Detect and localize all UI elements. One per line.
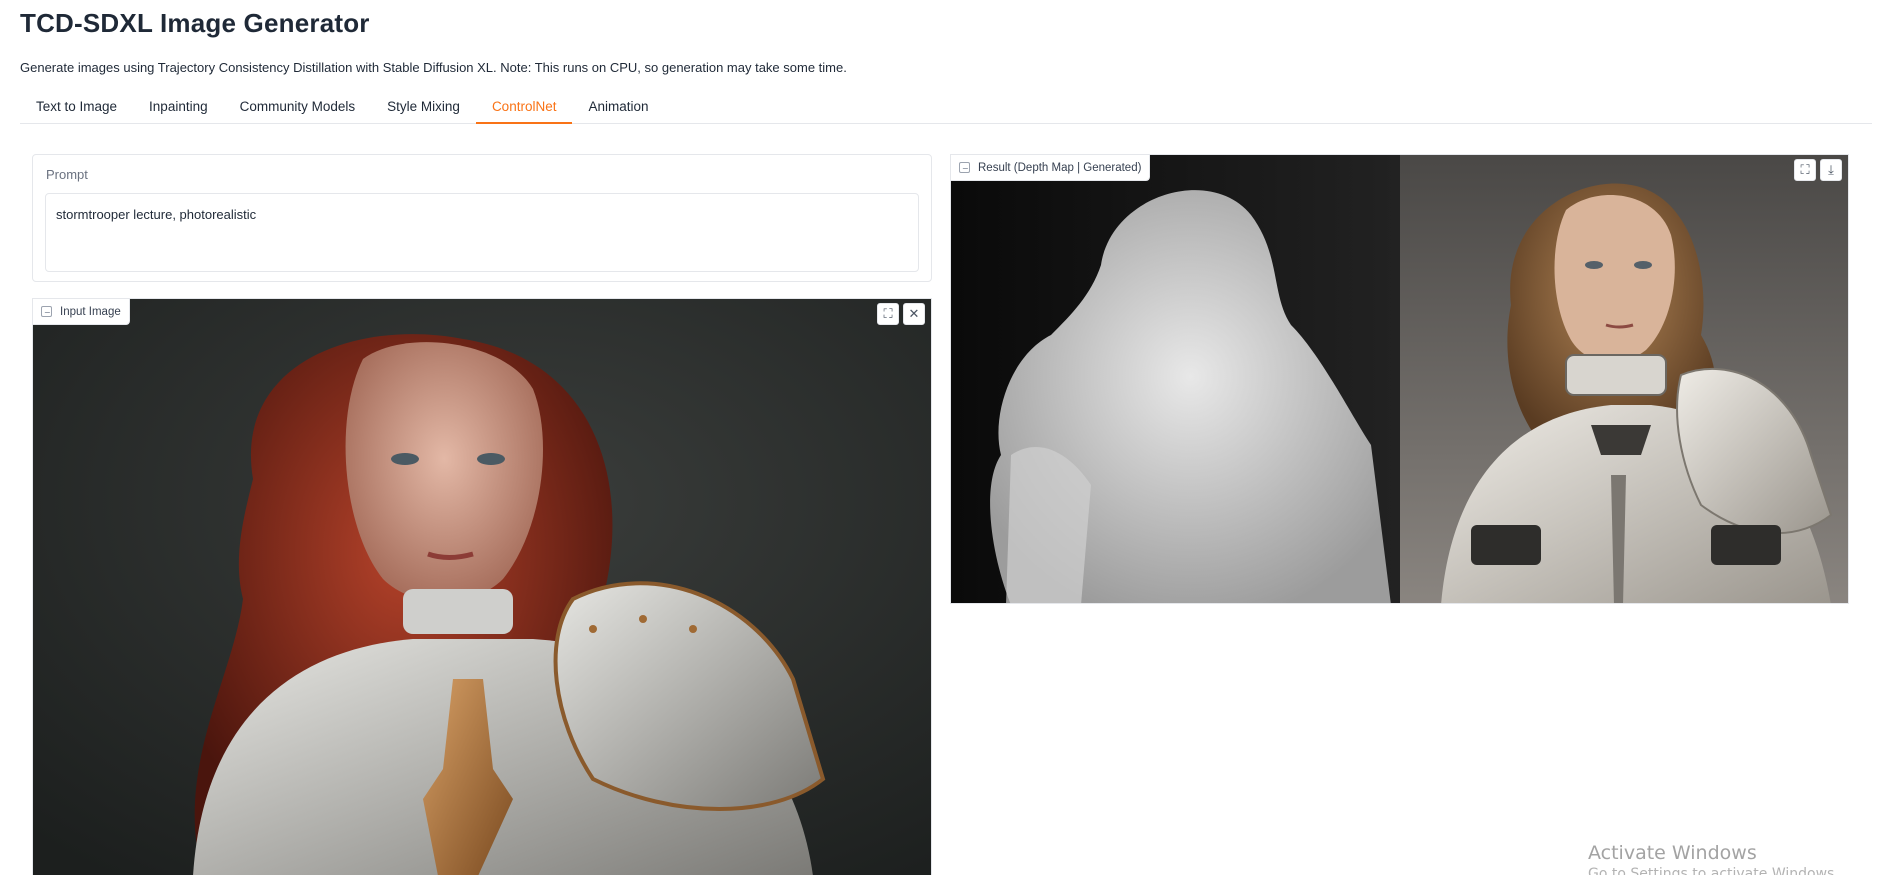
image-icon: [41, 306, 52, 317]
result-image-label: Result (Depth Map | Generated): [978, 161, 1142, 174]
page-title: TCD-SDXL Image Generator: [20, 8, 370, 38]
page-description: Generate images using Trajectory Consist…: [20, 60, 847, 75]
tab-inpainting[interactable]: Inpainting: [133, 92, 224, 124]
tab-controlnet[interactable]: ControlNet: [475, 92, 573, 124]
prompt-input[interactable]: stormtrooper lecture, photorealistic: [45, 193, 919, 272]
tab-animation[interactable]: Animation: [572, 92, 664, 124]
fullscreen-icon[interactable]: ⛶: [877, 303, 899, 325]
input-image-panel[interactable]: Input Image ⛶ ✕: [32, 298, 932, 875]
prompt-label: Prompt: [46, 167, 88, 182]
download-icon[interactable]: ⤓: [1820, 159, 1842, 181]
prompt-panel: Prompt stormtrooper lecture, photorealis…: [32, 154, 932, 282]
fullscreen-icon[interactable]: ⛶: [1794, 159, 1816, 181]
close-icon[interactable]: ✕: [903, 303, 925, 325]
result-image: [951, 155, 1848, 603]
result-image-toolbar: ⛶ ⤓: [1794, 159, 1842, 181]
tab-style-mixing[interactable]: Style Mixing: [371, 92, 476, 124]
image-icon: [959, 162, 970, 173]
windows-activation-subtext: Go to Settings to activate Windows.: [1588, 866, 1839, 875]
input-image-label: Input Image: [60, 305, 121, 318]
input-image-label-badge: Input Image: [33, 299, 130, 325]
input-image: [33, 299, 931, 875]
tab-text-to-image[interactable]: Text to Image: [20, 92, 133, 124]
input-image-toolbar: ⛶ ✕: [877, 303, 925, 325]
tab-bar: Text to Image Inpainting Community Model…: [20, 92, 1872, 124]
result-image-label-badge: Result (Depth Map | Generated): [951, 155, 1151, 181]
windows-activation-watermark: Activate Windows: [1588, 842, 1757, 864]
result-image-panel[interactable]: Result (Depth Map | Generated) ⛶ ⤓: [950, 154, 1849, 604]
tab-community-models[interactable]: Community Models: [224, 92, 372, 124]
